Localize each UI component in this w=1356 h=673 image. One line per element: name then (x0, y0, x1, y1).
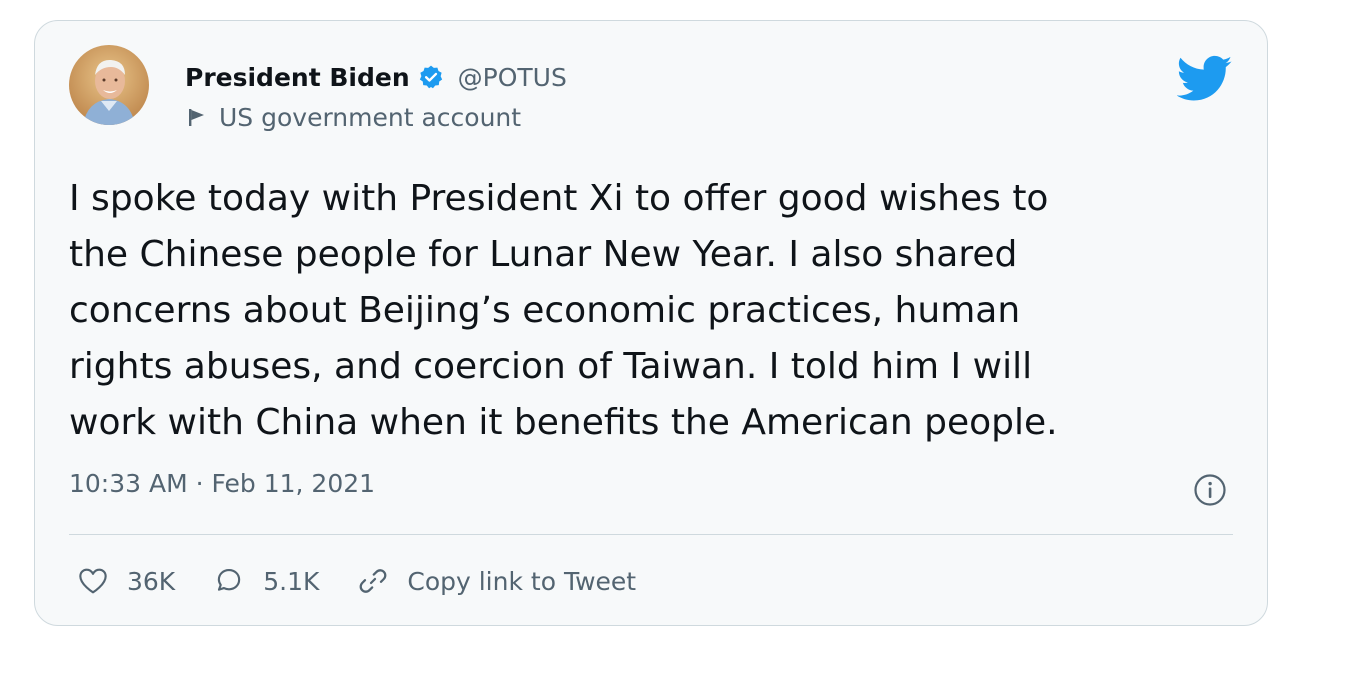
twitter-bird-icon[interactable] (1176, 55, 1233, 103)
flag-icon (187, 107, 207, 127)
speech-bubble-icon (218, 569, 241, 591)
account-label: US government account (219, 102, 522, 132)
tweet-actions: 36K 5.1K Copy link to Tweet (77, 559, 636, 603)
link-icon (359, 569, 387, 593)
like-count: 36K (127, 566, 176, 596)
divider (69, 534, 1233, 535)
avatar[interactable] (69, 45, 149, 125)
copy-link-label: Copy link to Tweet (407, 566, 637, 596)
author-handle[interactable]: @POTUS (458, 63, 567, 92)
tweet-card[interactable]: President Biden @POTUS US government acc… (34, 20, 1268, 626)
avatar-photo (69, 45, 149, 125)
reply-count: 5.1K (263, 566, 320, 596)
tweet-timestamp[interactable]: 10:33 AM · Feb 11, 2021 (69, 469, 375, 498)
info-icon[interactable] (1193, 473, 1227, 507)
account-label-line: US government account (187, 99, 521, 135)
heart-icon (79, 568, 107, 594)
copy-link-button[interactable]: Copy link to Tweet (357, 565, 636, 597)
author-name-line: President Biden @POTUS (185, 59, 567, 95)
tweet-text: I spoke today with President Xi to offer… (69, 178, 1058, 443)
reply-button[interactable]: 5.1K (213, 565, 319, 597)
like-button[interactable]: 36K (77, 565, 175, 597)
author-display-name[interactable]: President Biden (185, 63, 410, 92)
verified-badge-icon (418, 64, 444, 90)
